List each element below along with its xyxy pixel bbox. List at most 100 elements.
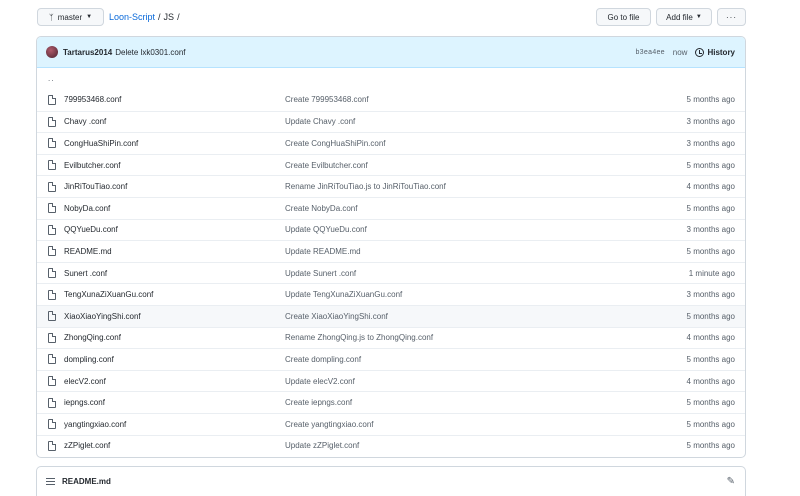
avatar[interactable] xyxy=(46,46,58,58)
file-commit-message-link[interactable]: Rename JinRiTouTiao.js to JinRiTouTiao.c… xyxy=(285,182,446,191)
file-name-link[interactable]: dompling.conf xyxy=(64,355,114,364)
file-name-link[interactable]: JinRiTouTiao.conf xyxy=(64,182,127,191)
add-file-label: Add file xyxy=(666,12,693,22)
file-icon xyxy=(48,181,56,192)
file-name-link[interactable]: yangtingxiao.conf xyxy=(64,420,126,429)
file-name-link[interactable]: NobyDa.conf xyxy=(64,204,110,213)
file-commit-message-link[interactable]: Create XiaoXiaoYingShi.conf xyxy=(285,312,388,321)
file-icon xyxy=(48,376,56,387)
branch-select-button[interactable]: ᛉ master ▼ xyxy=(37,8,104,26)
commit-sha[interactable]: b3ea4ee xyxy=(635,49,664,57)
table-row[interactable]: iepngs.conf Create iepngs.conf 5 months ag… xyxy=(37,391,745,413)
parent-directory-link[interactable]: .. xyxy=(48,74,54,83)
commit-time: now xyxy=(672,48,688,57)
pencil-icon[interactable]: ✎ xyxy=(727,476,735,487)
table-row[interactable]: dompling.conf Create dompling.conf 5 month… xyxy=(37,348,745,370)
file-name-link[interactable]: XiaoXiaoYingShi.conf xyxy=(64,312,141,321)
file-commit-message-link[interactable]: Update Sunert .conf xyxy=(285,269,356,278)
table-row[interactable]: Chavy .conf Update Chavy .conf 3 months ag… xyxy=(37,110,745,133)
file-name-link[interactable]: Sunert .conf xyxy=(64,269,107,278)
file-commit-message-link[interactable]: Update zZPiglet.conf xyxy=(285,441,359,450)
breadcrumb: Loon-Script / JS / xyxy=(109,12,180,22)
file-icon xyxy=(48,311,56,322)
table-row[interactable]: QQYueDu.conf Update QQYueDu.conf 3 months … xyxy=(37,218,745,241)
parent-directory-row[interactable]: .. xyxy=(37,68,745,89)
file-commit-age: 5 months ago xyxy=(686,95,735,105)
table-row[interactable]: 799953468.conf Create 799953468.conf 5 mon… xyxy=(37,89,745,111)
chevron-down-icon: ▼ xyxy=(86,14,93,20)
breadcrumb-current-dir: JS xyxy=(163,12,175,22)
file-name-link[interactable]: README.md xyxy=(64,247,112,256)
list-icon[interactable] xyxy=(46,478,55,485)
file-commit-age: 3 months ago xyxy=(686,290,735,300)
file-commit-message-link[interactable]: Create Evilbutcher.conf xyxy=(285,161,368,170)
table-row[interactable]: zZPiglet.conf Update zZPiglet.conf 5 month… xyxy=(37,434,745,457)
commit-author[interactable]: Tartarus2014 xyxy=(63,48,112,57)
file-commit-message-link[interactable]: Update elecV2.conf xyxy=(285,377,355,386)
file-name-link[interactable]: QQYueDu.conf xyxy=(64,225,118,234)
history-link[interactable]: History xyxy=(695,48,735,57)
commit-message[interactable]: Delete lxk0301.conf xyxy=(115,48,185,57)
file-icon xyxy=(48,268,56,279)
file-list: Tartarus2014 Delete lxk0301.conf b3ea4ee… xyxy=(36,36,746,458)
file-name-link[interactable]: ZhongQing.conf xyxy=(64,333,121,342)
branch-label: master xyxy=(57,12,83,22)
chevron-down-icon: ▼ xyxy=(695,14,702,20)
file-icon xyxy=(48,354,56,365)
readme-title: README.md xyxy=(62,477,111,486)
file-name-link[interactable]: elecV2.conf xyxy=(64,377,106,386)
file-commit-message-link[interactable]: Update QQYueDu.conf xyxy=(285,225,367,234)
file-name-link[interactable]: Evilbutcher.conf xyxy=(64,161,120,170)
breadcrumb-repo-link[interactable]: Loon-Script xyxy=(109,12,155,22)
file-commit-message-link[interactable]: Rename ZhongQing.js to ZhongQing.conf xyxy=(285,333,433,342)
file-commit-age: 5 months ago xyxy=(686,419,735,429)
file-commit-message-link[interactable]: Create iepngs.conf xyxy=(285,398,352,407)
table-row[interactable]: XiaoXiaoYingShi.conf Create XiaoXiaoYingS… xyxy=(37,304,745,327)
file-commit-age: 5 months ago xyxy=(686,398,735,408)
table-row[interactable]: Sunert .conf Update Sunert .conf 1 minute … xyxy=(37,261,745,284)
file-icon xyxy=(48,160,56,171)
file-icon xyxy=(48,289,56,300)
table-row[interactable]: yangtingxiao.conf Create yangtingxiao.con… xyxy=(37,412,745,435)
file-name-link[interactable]: 799953468.conf xyxy=(64,95,121,104)
table-row[interactable]: Evilbutcher.conf Create Evilbutcher.conf 5… xyxy=(37,153,745,176)
table-row[interactable]: elecV2.conf Update elecV2.conf 4 months ag… xyxy=(37,369,745,392)
breadcrumb-separator: / xyxy=(158,12,161,22)
table-row[interactable]: ZhongQing.conf Rename ZhongQing.js to Zho… xyxy=(37,326,745,349)
table-row[interactable]: README.md Update README.md 5 months ago xyxy=(37,240,745,262)
file-name-link[interactable]: iepngs.conf xyxy=(64,398,105,407)
file-commit-message-link[interactable]: Update Chavy .conf xyxy=(285,117,355,126)
file-commit-age: 5 months ago xyxy=(686,441,735,451)
branch-icon: ᛉ xyxy=(48,12,54,22)
file-commit-age: 1 minute ago xyxy=(688,268,735,278)
file-name-link[interactable]: Chavy .conf xyxy=(64,117,106,126)
file-name-link[interactable]: TengXunaZiXuanGu.conf xyxy=(64,290,153,299)
table-row[interactable]: NobyDa.conf Create NobyDa.conf 5 months ag… xyxy=(37,196,745,219)
file-commit-message-link[interactable]: Create CongHuaShiPin.conf xyxy=(285,139,386,148)
history-label: History xyxy=(707,48,735,57)
file-commit-age: 4 months ago xyxy=(686,182,735,192)
readme-header: README.md ✎ xyxy=(36,466,746,496)
table-row[interactable]: CongHuaShiPin.conf Create CongHuaShiPin.c… xyxy=(37,132,745,154)
file-commit-message-link[interactable]: Update TengXunaZiXuanGu.conf xyxy=(285,290,402,299)
file-icon xyxy=(48,419,56,430)
file-name-link[interactable]: zZPiglet.conf xyxy=(64,441,110,450)
file-commit-age: 4 months ago xyxy=(686,376,735,386)
table-row[interactable]: TengXunaZiXuanGu.conf Update TengXunaZiXu… xyxy=(37,283,745,305)
file-commit-message-link[interactable]: Create dompling.conf xyxy=(285,355,361,364)
go-to-file-button[interactable]: Go to file xyxy=(596,8,651,26)
latest-commit-bar: Tartarus2014 Delete lxk0301.conf b3ea4ee… xyxy=(37,37,745,68)
file-icon xyxy=(48,116,56,127)
file-name-link[interactable]: CongHuaShiPin.conf xyxy=(64,139,138,148)
file-commit-age: 3 months ago xyxy=(686,225,735,235)
file-commit-message-link[interactable]: Create NobyDa.conf xyxy=(285,204,357,213)
more-options-button[interactable]: ··· xyxy=(717,8,746,26)
file-commit-message-link[interactable]: Create 799953468.conf xyxy=(285,95,369,104)
file-icon xyxy=(48,246,56,257)
table-row[interactable]: JinRiTouTiao.conf Rename JinRiTouTiao.js … xyxy=(37,175,745,197)
file-commit-message-link[interactable]: Update README.md xyxy=(285,247,361,256)
file-icon xyxy=(48,332,56,343)
file-commit-age: 5 months ago xyxy=(686,203,735,213)
file-commit-message-link[interactable]: Create yangtingxiao.conf xyxy=(285,420,374,429)
add-file-button[interactable]: Add file ▼ xyxy=(656,8,712,26)
